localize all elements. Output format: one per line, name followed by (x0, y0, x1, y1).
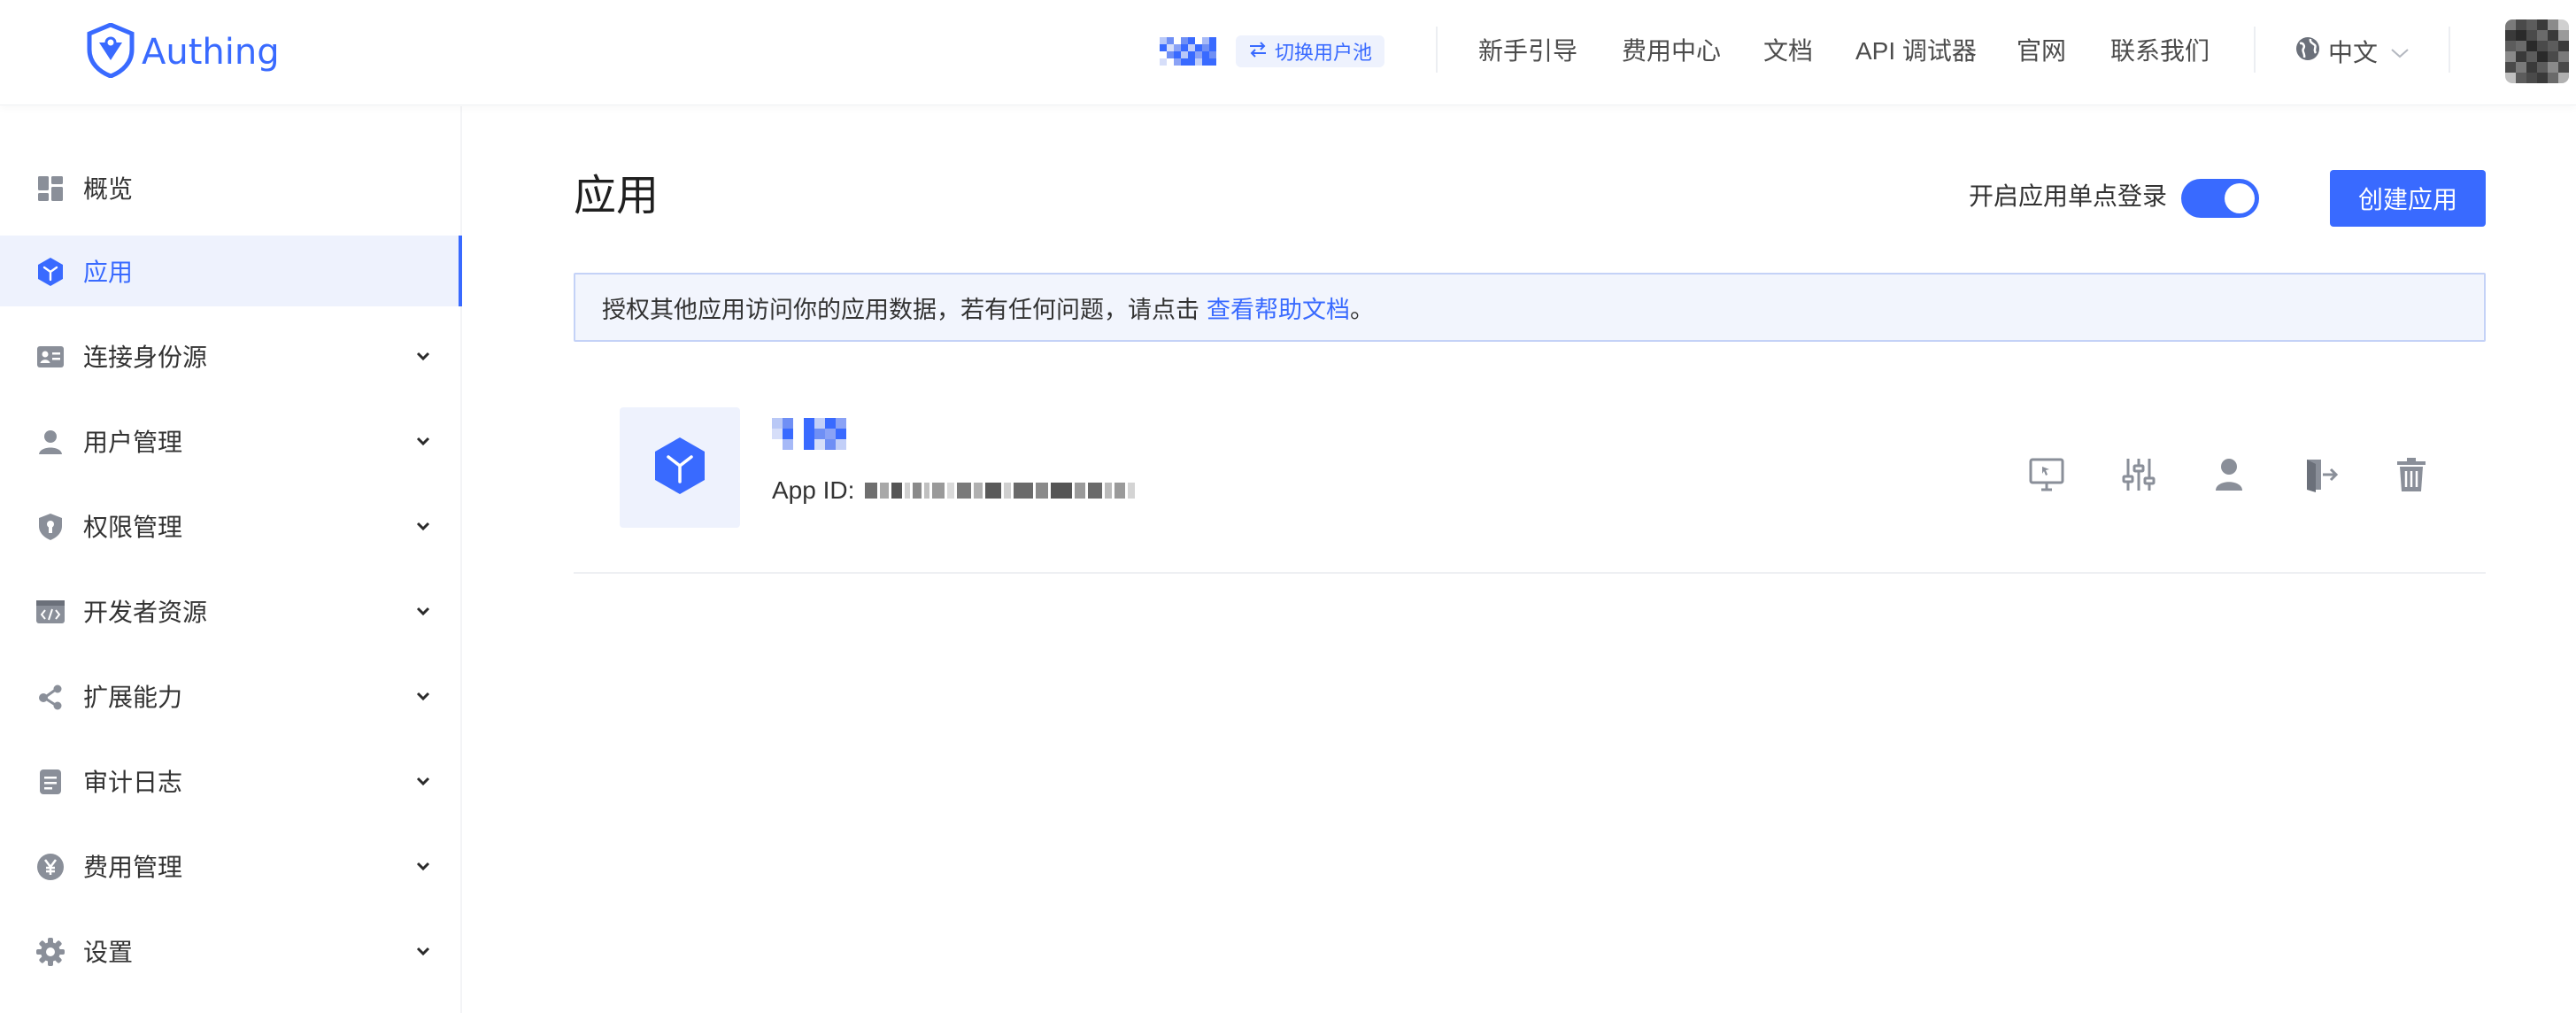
sidebar-item-extensions[interactable]: 扩展能力 (0, 661, 460, 731)
sidebar-item-identity-sources[interactable]: 连接身份源 (0, 321, 460, 391)
chevron-down-icon (2390, 37, 2410, 66)
app-id-value-redacted (865, 483, 1136, 499)
nav-link-docs[interactable]: 文档 (1763, 34, 1813, 69)
cube-icon (652, 436, 707, 500)
nav-link-billing[interactable]: 费用中心 (1622, 34, 1721, 69)
chevron-down-icon (413, 855, 434, 877)
share-nodes-icon (35, 682, 66, 712)
user-avatar[interactable] (2505, 19, 2569, 83)
sidebar-item-billing-management[interactable]: 费用管理 (0, 831, 460, 901)
sidebar-item-applications[interactable]: 应用 (0, 236, 462, 306)
sso-toggle-label: 开启应用单点登录 (1969, 182, 2168, 210)
user-icon[interactable] (2208, 453, 2250, 496)
user-icon (35, 427, 66, 457)
app-card[interactable]: App ID: (574, 383, 2486, 574)
app-id-label: App ID: (772, 476, 855, 504)
switch-pool-label: 切换用户池 (1275, 42, 1373, 64)
sliders-icon[interactable] (2117, 453, 2160, 496)
chevron-down-icon (413, 770, 434, 792)
globe-icon (2294, 35, 2321, 68)
sidebar-item-audit-logs[interactable]: 审计日志 (0, 746, 460, 816)
sidebar-item-label: 概览 (83, 175, 134, 203)
monitor-icon[interactable] (2025, 453, 2068, 496)
sidebar-item-label: 扩展能力 (83, 684, 183, 711)
logout-icon[interactable] (2300, 453, 2342, 496)
chevron-down-icon (413, 940, 434, 962)
gear-icon (35, 937, 66, 967)
language-selector[interactable]: 中文 (2294, 34, 2410, 69)
sidebar-item-label: 应用 (83, 259, 134, 286)
header-divider (2254, 27, 2256, 73)
sidebar-item-label: 用户管理 (83, 429, 183, 456)
sidebar-item-user-management[interactable]: 用户管理 (0, 406, 460, 476)
nav-link-website[interactable]: 官网 (2017, 34, 2066, 69)
nav-link-guide[interactable]: 新手引导 (1478, 34, 1577, 69)
page-title: 应用 (574, 173, 659, 220)
sidebar-item-label: 开发者资源 (83, 599, 208, 626)
help-docs-link[interactable]: 查看帮助文档 (1207, 290, 1350, 325)
sidebar-item-label: 权限管理 (83, 514, 183, 541)
header-divider (2449, 27, 2450, 73)
yen-icon (35, 852, 66, 882)
app-id: App ID: (772, 473, 1136, 508)
chevron-down-icon (413, 430, 434, 452)
sidebar-item-overview[interactable]: 概览 (0, 152, 460, 223)
sidebar-item-label: 审计日志 (83, 769, 183, 796)
sidebar-item-permissions[interactable]: 权限管理 (0, 491, 460, 561)
user-pool-avatar[interactable] (1160, 37, 1216, 66)
sidebar: 概览 应用 连接身份源 用户管理 权限管理 开发者资源 扩展能力 审计日志 费用… (0, 106, 462, 1013)
sidebar-item-developer-resources[interactable]: 开发者资源 (0, 576, 460, 646)
nav-link-api-debugger[interactable]: API 调试器 (1855, 34, 1977, 69)
chevron-down-icon (413, 600, 434, 622)
sidebar-item-label: 连接身份源 (83, 344, 208, 371)
cube-icon (35, 257, 66, 287)
dashboard-icon (35, 174, 66, 204)
chevron-down-icon (413, 515, 434, 537)
sidebar-item-label: 设置 (83, 939, 134, 966)
shield-logo-icon (87, 21, 135, 82)
sidebar-item-settings[interactable]: 设置 (0, 916, 460, 986)
nav-link-contact[interactable]: 联系我们 (2110, 34, 2210, 69)
info-notice: 授权其他应用访问你的应用数据，若有任何问题，请点击 查看帮助文档 。 (574, 273, 2486, 342)
trash-icon[interactable] (2390, 453, 2433, 496)
brand-name: Authing (142, 32, 280, 73)
shield-icon (35, 512, 66, 542)
sso-toggle[interactable] (2181, 179, 2259, 218)
create-app-button[interactable]: 创建应用 (2330, 170, 2486, 227)
document-icon (35, 767, 66, 797)
header-divider (1436, 27, 1438, 73)
code-icon (35, 597, 66, 627)
id-card-icon (35, 342, 66, 372)
switch-pool-button[interactable]: 切换用户池 (1236, 35, 1385, 67)
swap-icon (1248, 40, 1268, 63)
brand-logo[interactable]: Authing (87, 21, 280, 82)
notice-suffix: 。 (1350, 296, 1374, 323)
chevron-down-icon (413, 345, 434, 367)
app-logo (620, 407, 740, 528)
app-name-redacted (772, 418, 846, 450)
notice-text: 授权其他应用访问你的应用数据，若有任何问题，请点击 (602, 296, 1199, 323)
language-label: 中文 (2328, 39, 2379, 66)
chevron-down-icon (413, 685, 434, 707)
top-header: Authing 切换用户池 新手引导 费用中心 文档 API 调试器 官网 联系… (0, 0, 2576, 105)
sidebar-item-label: 费用管理 (83, 854, 183, 881)
